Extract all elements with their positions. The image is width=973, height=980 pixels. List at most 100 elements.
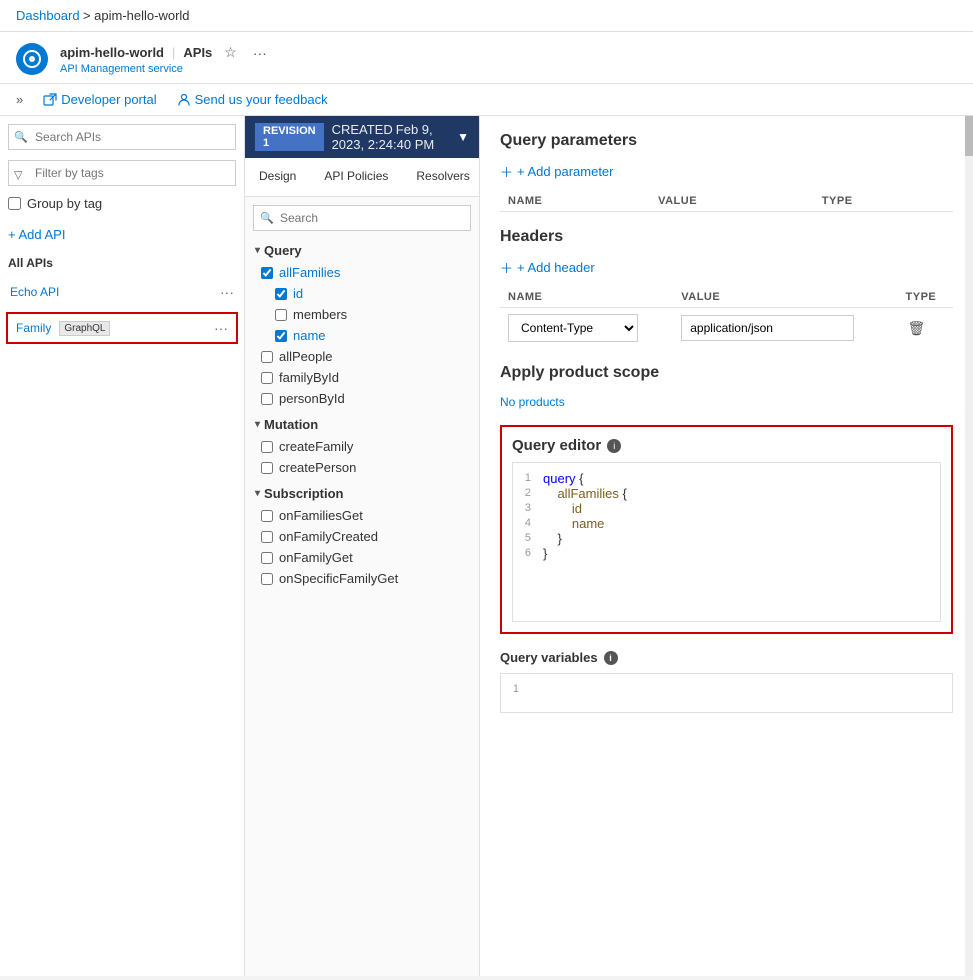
checkbox-familyById[interactable] xyxy=(261,372,273,384)
add-api-button[interactable]: + Add API xyxy=(0,219,244,250)
add-header-button[interactable]: ＋ + Add header xyxy=(500,258,595,277)
ops-item-createPerson[interactable]: createPerson xyxy=(253,457,471,478)
right-scrollbar[interactable] xyxy=(965,116,973,976)
filter-icon: ▽ xyxy=(14,169,22,182)
header-row-content-type: Content-Type 🗑 xyxy=(500,308,953,349)
more-options-button[interactable]: ··· xyxy=(249,43,271,63)
label-allFamilies[interactable]: allFamilies xyxy=(279,265,340,280)
ops-item-id[interactable]: id xyxy=(253,283,471,304)
page-title-section: APIs xyxy=(183,45,212,60)
code-line-6: 6 } xyxy=(513,546,940,561)
filter-by-tags-input[interactable] xyxy=(8,160,236,186)
headers-table: NAME VALUE TYPE Content-Type xyxy=(500,287,953,348)
label-personById[interactable]: personById xyxy=(279,391,345,406)
toolbar: » Developer portal Send us your feedback xyxy=(0,84,973,116)
ops-group-subscription-header[interactable]: ▾ Subscription xyxy=(253,482,471,505)
ops-item-onFamiliesGet[interactable]: onFamiliesGet xyxy=(253,505,471,526)
checkbox-createPerson[interactable] xyxy=(261,462,273,474)
ops-group-query-header[interactable]: ▾ Query xyxy=(253,239,471,262)
revision-dropdown-button[interactable]: ▼ xyxy=(457,130,469,144)
label-members[interactable]: members xyxy=(293,307,347,322)
breadcrumb: Dashboard > apim-hello-world xyxy=(0,0,973,32)
ops-item-allPeople[interactable]: allPeople xyxy=(253,346,471,367)
ops-item-personById[interactable]: personById xyxy=(253,388,471,409)
headers-col-type: TYPE xyxy=(898,287,953,308)
feedback-link[interactable]: Send us your feedback xyxy=(177,92,328,107)
line-num-4: 4 xyxy=(513,516,543,531)
vars-line-num-1: 1 xyxy=(501,682,531,695)
checkbox-createFamily[interactable] xyxy=(261,441,273,453)
checkbox-members[interactable] xyxy=(275,309,287,321)
api-item-echo-more[interactable]: ··· xyxy=(220,284,234,300)
chevron-down-icon: ▾ xyxy=(255,245,260,256)
checkbox-onFamilyGet[interactable] xyxy=(261,552,273,564)
label-onFamilyGet[interactable]: onFamilyGet xyxy=(279,550,353,565)
header-value-input[interactable] xyxy=(681,315,854,341)
operations-search-input[interactable] xyxy=(253,205,471,231)
header-delete-button[interactable]: 🗑 xyxy=(906,318,928,339)
checkbox-allFamilies[interactable] xyxy=(261,267,273,279)
expand-sidebar-button[interactable]: » xyxy=(16,92,23,107)
header-name-select[interactable]: Content-Type xyxy=(508,314,638,342)
page-subtitle: API Management service xyxy=(60,63,271,75)
ops-item-allFamilies[interactable]: allFamilies xyxy=(253,262,471,283)
label-createPerson[interactable]: createPerson xyxy=(279,460,356,475)
checkbox-onFamilyCreated[interactable] xyxy=(261,531,273,543)
person-icon xyxy=(177,93,191,107)
checkbox-name[interactable] xyxy=(275,330,287,342)
api-item-family[interactable]: Family GraphQL ··· xyxy=(6,312,238,344)
label-familyById[interactable]: familyById xyxy=(279,370,339,385)
headers-title: Headers xyxy=(500,228,953,246)
query-variables-editor[interactable]: 1 xyxy=(500,673,953,713)
label-allPeople[interactable]: allPeople xyxy=(279,349,333,364)
sidebar: 🔍 ▽ Group by tag + Add API All APIs Echo… xyxy=(0,116,245,976)
operations-search-wrap: 🔍 xyxy=(253,205,471,231)
line-num-3: 3 xyxy=(513,501,543,516)
group-by-tag-label[interactable]: Group by tag xyxy=(27,196,102,211)
page-title-name: apim-hello-world xyxy=(60,45,164,60)
checkbox-id[interactable] xyxy=(275,288,287,300)
query-editor-section: Query editor i 1 query { 2 allFamilies {… xyxy=(500,425,953,634)
group-by-tag-checkbox[interactable] xyxy=(8,197,21,210)
query-variables-title: Query variables i xyxy=(500,650,953,665)
ops-item-name[interactable]: name xyxy=(253,325,471,346)
tab-resolvers[interactable]: Resolvers xyxy=(402,158,479,196)
ops-item-createFamily[interactable]: createFamily xyxy=(253,436,471,457)
checkbox-allPeople[interactable] xyxy=(261,351,273,363)
developer-portal-link[interactable]: Developer portal xyxy=(43,92,156,107)
right-scrollbar-thumb[interactable] xyxy=(965,116,973,156)
ops-item-onFamilyGet[interactable]: onFamilyGet xyxy=(253,547,471,568)
label-id[interactable]: id xyxy=(293,286,303,301)
favorite-button[interactable]: ☆ xyxy=(220,42,241,63)
label-name[interactable]: name xyxy=(293,328,326,343)
checkbox-personById[interactable] xyxy=(261,393,273,405)
breadcrumb-dashboard[interactable]: Dashboard xyxy=(16,8,80,23)
query-editor-code[interactable]: 1 query { 2 allFamilies { 3 id 4 xyxy=(512,462,941,622)
api-item-echo[interactable]: Echo API ··· xyxy=(0,276,244,308)
breadcrumb-current: apim-hello-world xyxy=(94,8,189,23)
revision-bar: REVISION 1 CREATED Feb 9, 2023, 2:24:40 … xyxy=(245,116,479,158)
ops-item-onSpecificFamilyGet[interactable]: onSpecificFamilyGet xyxy=(253,568,471,589)
ops-item-onFamilyCreated[interactable]: onFamilyCreated xyxy=(253,526,471,547)
tab-api-policies[interactable]: API Policies xyxy=(310,158,402,196)
params-col-value: VALUE xyxy=(650,191,814,212)
search-apis-input[interactable] xyxy=(8,124,236,150)
revision-badge: REVISION 1 xyxy=(255,123,324,151)
ops-item-members[interactable]: members xyxy=(253,304,471,325)
label-onFamilyCreated[interactable]: onFamilyCreated xyxy=(279,529,378,544)
api-tabs: Design API Policies Resolvers Settings T… xyxy=(245,158,479,197)
ops-item-familyById[interactable]: familyById xyxy=(253,367,471,388)
label-createFamily[interactable]: createFamily xyxy=(279,439,353,454)
add-parameter-button[interactable]: ＋ + Add parameter xyxy=(500,162,614,181)
page-title-block: apim-hello-world | APIs ☆ ··· API Manage… xyxy=(60,42,271,75)
tab-design[interactable]: Design xyxy=(245,158,310,196)
ops-group-mutation-header[interactable]: ▾ Mutation xyxy=(253,413,471,436)
checkbox-onFamiliesGet[interactable] xyxy=(261,510,273,522)
api-item-family-more[interactable]: ··· xyxy=(214,320,228,336)
ops-group-query: ▾ Query allFamilies id members xyxy=(253,239,471,409)
label-onFamiliesGet[interactable]: onFamiliesGet xyxy=(279,508,363,523)
checkbox-onSpecificFamilyGet[interactable] xyxy=(261,573,273,585)
page-header: apim-hello-world | APIs ☆ ··· API Manage… xyxy=(0,32,973,84)
label-onSpecificFamilyGet[interactable]: onSpecificFamilyGet xyxy=(279,571,398,586)
code-line-4: 4 name xyxy=(513,516,940,531)
